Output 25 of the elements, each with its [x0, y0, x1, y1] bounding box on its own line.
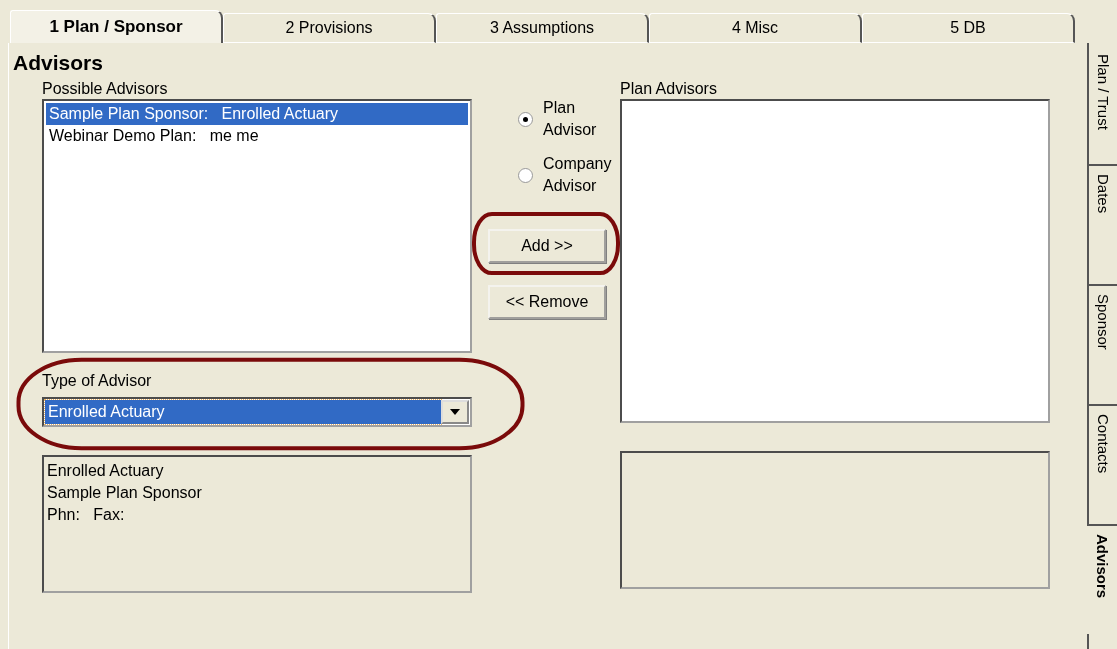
detail-line: Sample Plan Sponsor: [47, 483, 203, 503]
detail-line: Enrolled Actuary: [47, 461, 165, 481]
list-label: Plan Advisors: [620, 79, 718, 99]
radio-label: Company Advisor: [543, 154, 612, 196]
tab[interactable]: 4 Misc: [649, 13, 862, 43]
radio-button[interactable]: [518, 111, 533, 127]
dropdown-arrow-icon: [450, 409, 460, 415]
section-title: Advisors: [13, 51, 104, 76]
dropdown-label: Type of Advisor: [42, 371, 152, 391]
list-label: Possible Advisors: [42, 79, 169, 99]
tab[interactable]: 3 Assumptions: [436, 13, 649, 43]
tab[interactable]: 5 DB: [862, 13, 1075, 43]
remove-button[interactable]: << Remove: [488, 285, 606, 319]
tab[interactable]: 2 Provisions: [223, 13, 436, 43]
add-button[interactable]: Add >>: [488, 229, 606, 263]
radio-button[interactable]: [518, 167, 533, 183]
list-item[interactable]: Sample Plan Sponsor: Enrolled Actuary: [46, 103, 468, 125]
plan-advisors-list[interactable]: [620, 99, 1050, 423]
list-item[interactable]: Webinar Demo Plan: me me: [46, 125, 468, 147]
tab[interactable]: 1 Plan / Sponsor: [10, 10, 223, 43]
detail-line: Phn: Fax:: [47, 505, 126, 525]
possible-advisors-list[interactable]: Sample Plan Sponsor: Enrolled Actuary Webinar Demo Plan: me me: [42, 99, 472, 353]
radio-label: Plan Advisor: [543, 98, 598, 140]
advisor-type-dropdown[interactable]: Enrolled Actuary: [42, 397, 472, 427]
dropdown-value: Enrolled Actuary: [45, 400, 441, 424]
